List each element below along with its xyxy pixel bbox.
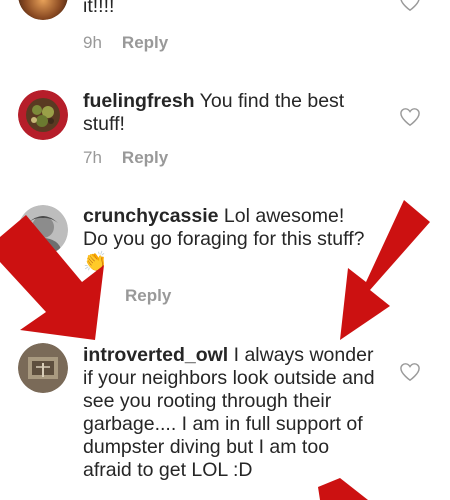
avatar[interactable]	[18, 0, 68, 20]
username-link[interactable]: introverted_owl	[83, 344, 228, 366]
comments-view: it!!!! 9h Reply fuelingfresh You find th…	[0, 0, 450, 500]
heart-outline-icon[interactable]	[399, 107, 421, 127]
comment-text: it!!!!	[83, 0, 383, 18]
comment-meta: 7h Reply	[83, 148, 168, 168]
heart-outline-icon[interactable]	[399, 0, 421, 12]
avatar[interactable]	[18, 343, 68, 393]
comment-time	[83, 286, 105, 306]
comment-text: crunchycassie Lol awesome! Do you go for…	[83, 205, 373, 274]
comment-text: introverted_owl I always wonder if your …	[83, 344, 375, 482]
username-link[interactable]: fuelingfresh	[83, 90, 195, 112]
username-link[interactable]: crunchycassie	[83, 205, 219, 227]
comment-text: fuelingfresh You find the best stuff!	[83, 90, 383, 136]
comment-time: 7h	[83, 148, 102, 167]
comment-time: 9h	[83, 33, 102, 52]
comment-meta: Reply	[83, 286, 171, 306]
reply-button[interactable]: Reply	[122, 33, 168, 53]
comment-meta: 9h Reply	[83, 33, 168, 53]
avatar[interactable]	[18, 205, 68, 255]
reply-button[interactable]: Reply	[122, 148, 168, 168]
reply-button[interactable]: Reply	[125, 286, 171, 306]
comment-body: it!!!!	[83, 0, 115, 17]
heart-outline-icon[interactable]	[399, 362, 421, 382]
avatar[interactable]	[18, 90, 68, 140]
